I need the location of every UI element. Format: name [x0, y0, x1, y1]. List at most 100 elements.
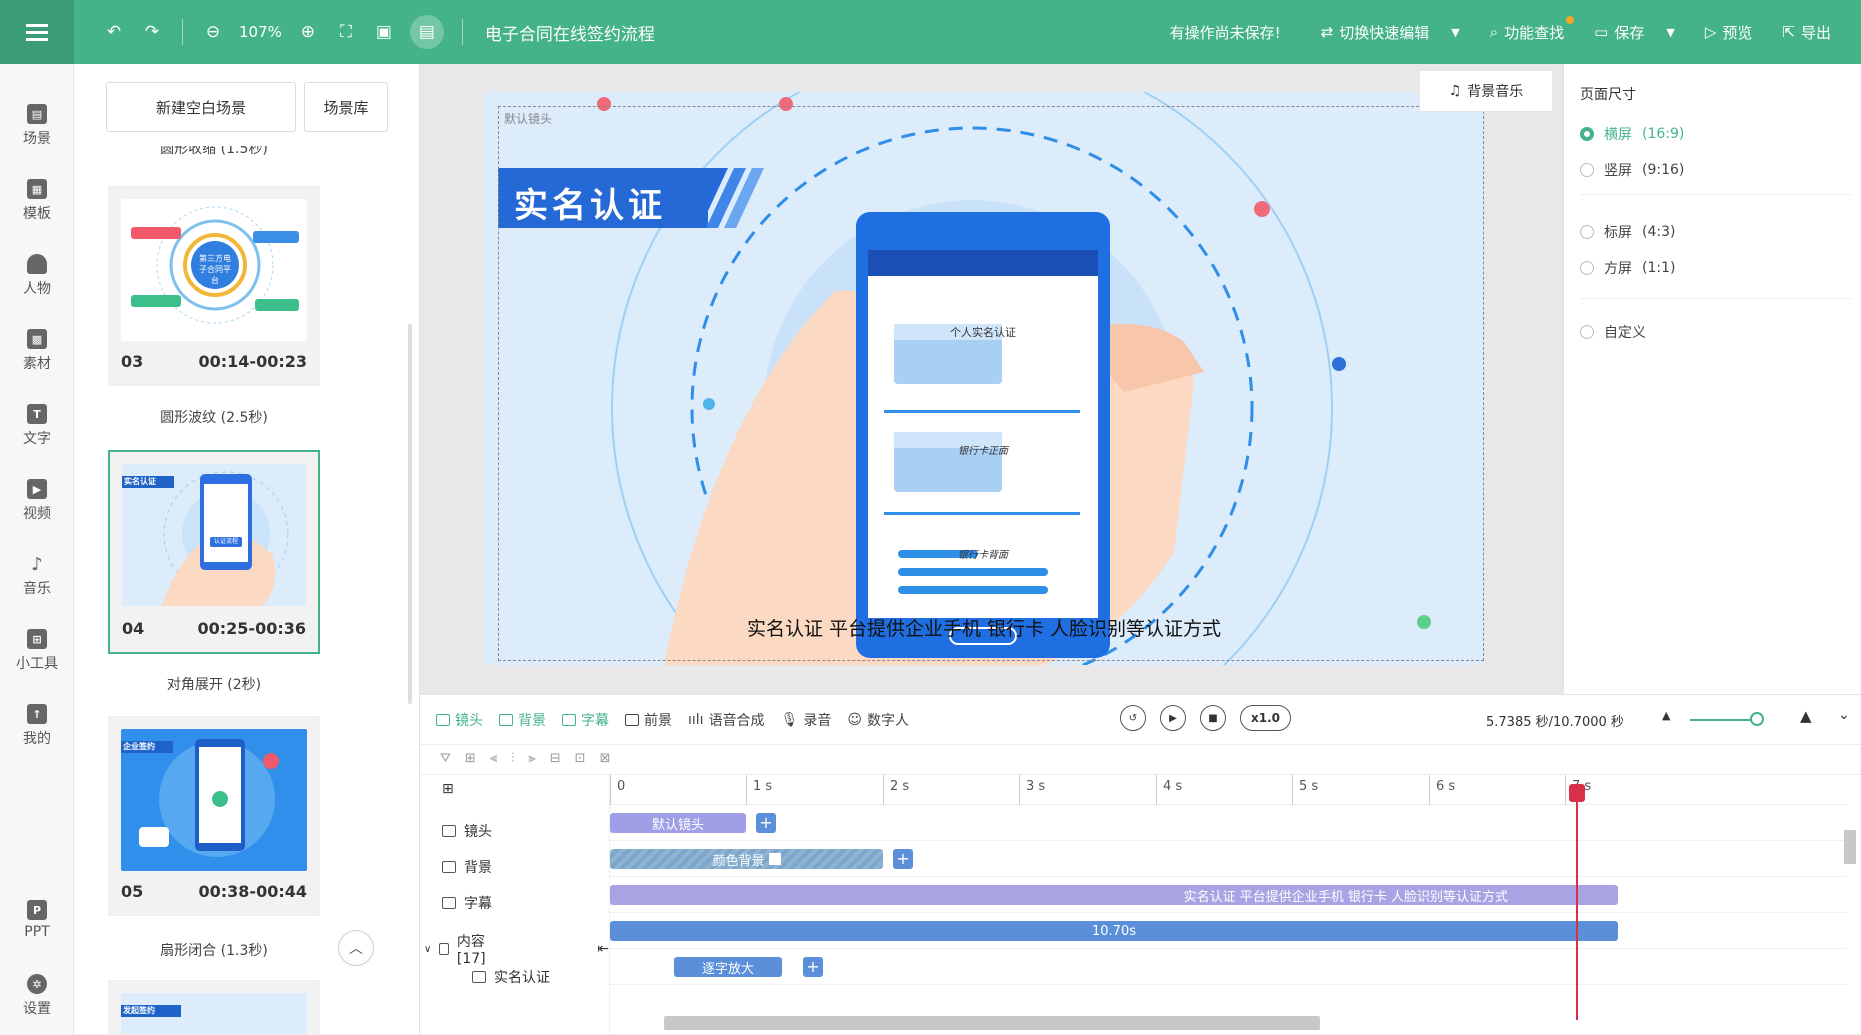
scene-panel-scrollbar[interactable]	[408, 324, 412, 704]
clip-content[interactable]: 10.70s	[610, 921, 1618, 941]
scene-card-04[interactable]: 实名认证 认证流程 04 00:25-00:36	[108, 450, 320, 654]
time-ruler[interactable]: 0 1 s 2 s 3 s 4 s 5 s 6 s 7 s	[610, 775, 1846, 805]
radio-icon	[1580, 225, 1594, 239]
thumbnail-badge: 企业签约	[123, 742, 155, 751]
align-right-icon[interactable]: ⫸	[528, 751, 535, 766]
scene-card-05[interactable]: 企业签约 05 00:38-00:44	[108, 716, 320, 916]
size-option-standard[interactable]: 标屏 (4:3)	[1580, 222, 1675, 242]
preview-button[interactable]: ▷ 预览	[1705, 22, 1753, 43]
tool-subtitle[interactable]: 字幕	[562, 710, 609, 730]
playhead-handle[interactable]	[1569, 784, 1585, 802]
chevron-down-icon[interactable]: ▼	[1451, 26, 1459, 39]
clip-background[interactable]: 颜色背景	[610, 849, 883, 869]
distribute-icon[interactable]: ⊟	[550, 751, 561, 766]
nav-scene[interactable]: ▤ 场景	[0, 104, 74, 148]
zoom-in-mountain-icon[interactable]: ▲	[1800, 707, 1812, 725]
tool-digital-human[interactable]: ☺ 数字人	[847, 710, 909, 730]
transition-label[interactable]: 圆形收缩 (1.5秒)	[108, 146, 320, 160]
ruler-tick: 4 s	[1156, 775, 1182, 805]
nav-template[interactable]: ▦ 模板	[0, 179, 74, 223]
size-option-square[interactable]: 方屏 (1:1)	[1580, 258, 1675, 278]
tool-background[interactable]: 背景	[499, 710, 546, 730]
track-label-camera[interactable]: 镜头	[442, 821, 492, 841]
menu-icon[interactable]	[0, 0, 74, 64]
redo-icon[interactable]: ↷	[140, 20, 164, 44]
actual-size-icon[interactable]: ▣	[372, 20, 396, 44]
scroll-up-icon[interactable]: ︿	[338, 930, 374, 966]
zoom-out-mountain-icon[interactable]: ▲	[1662, 709, 1670, 722]
timeline-zoom-knob[interactable]	[1750, 712, 1764, 726]
transition-label[interactable]: 对角展开 (2秒)	[108, 674, 320, 694]
nav-video[interactable]: ▶ 视频	[0, 479, 74, 523]
nav-label: 音乐	[23, 581, 51, 597]
scene-card-03[interactable]: 第三方电子合同平台 03 00:14-00:23	[108, 186, 320, 386]
background-music-button[interactable]: ♫ 背景音乐	[1419, 70, 1553, 112]
export-button[interactable]: ⇱ 导出	[1782, 22, 1831, 43]
speed-button[interactable]: x1.0	[1240, 705, 1291, 731]
fit-screen-icon[interactable]: ⛶	[334, 20, 358, 44]
nav-ppt[interactable]: P PPT	[0, 900, 74, 940]
feature-search-button[interactable]: ⌕ 功能查找	[1490, 15, 1575, 43]
nav-material[interactable]: ▩ 素材	[0, 329, 74, 373]
camera-frame[interactable]	[498, 106, 1484, 661]
collapse-group-icon[interactable]: ⇤	[597, 941, 609, 957]
tool-foreground[interactable]: 前景	[625, 710, 672, 730]
nav-music[interactable]: ♪ 音乐	[0, 554, 74, 598]
new-blank-scene-button[interactable]: 新建空白场景	[106, 82, 296, 132]
document-title[interactable]: 电子合同在线签约流程	[485, 20, 655, 45]
timeline-vertical-scrollbar[interactable]	[1844, 830, 1856, 864]
group-icon[interactable]: ⊞	[465, 751, 476, 766]
align-center-icon[interactable]: ⫶	[511, 751, 514, 766]
track-label-content[interactable]: ∨ 内容 [17] ⇤	[424, 931, 609, 967]
add-background-button[interactable]: +	[893, 849, 913, 869]
scene-card-06[interactable]: 发起签约	[108, 980, 320, 1034]
transition-label[interactable]: 圆形波纹 (2.5秒)	[108, 407, 320, 427]
stop-icon[interactable]: ■	[1200, 705, 1226, 731]
safe-frame-icon[interactable]: ▤	[409, 15, 444, 49]
add-camera-button[interactable]: +	[756, 813, 776, 833]
undo-icon[interactable]: ↶	[102, 20, 126, 44]
stage[interactable]: 实名认证 个人实名认证 银行卡正面 银行卡背面 实名认证 平台提供企业手机 银行…	[484, 92, 1484, 665]
clip-camera[interactable]: 默认镜头	[610, 813, 746, 833]
color-swatch[interactable]	[768, 853, 781, 865]
nav-settings[interactable]: ✲ 设置	[0, 974, 74, 1018]
tracks-icon[interactable]: ⊞	[442, 781, 454, 797]
timeline-toolbar: 镜头 背景 字幕 前景 ıılı 语音合成 🎙︎ 录音 ☺ 数字人 ↺ ▶ ■ x1.…	[420, 695, 1861, 745]
size-option-ratio: (4:3)	[1642, 224, 1676, 240]
save-button[interactable]: ▭ 保存 ▼	[1594, 22, 1675, 43]
foreground-icon	[625, 713, 639, 726]
play-icon[interactable]: ▶	[1160, 705, 1186, 731]
chevron-down-icon[interactable]: ▼	[1666, 26, 1674, 39]
align-left-icon[interactable]: ⫷	[490, 751, 497, 766]
size-option-portrait[interactable]: 竖屏 (9:16)	[1580, 160, 1684, 180]
nav-toolbox[interactable]: ⊞ 小工具	[0, 629, 74, 673]
track-label-subtitle[interactable]: 字幕	[442, 893, 492, 913]
playhead[interactable]	[1576, 786, 1578, 1020]
add-animation-button[interactable]: +	[803, 957, 823, 977]
nav-person[interactable]: 人物	[0, 254, 74, 298]
track-label-background[interactable]: 背景	[442, 857, 492, 877]
chevron-down-icon[interactable]: ∨	[424, 944, 431, 955]
tool-record[interactable]: 🎙︎ 录音	[781, 710, 832, 730]
arrange-icon[interactable]: ⊡	[575, 751, 586, 766]
clip-animation[interactable]: 逐字放大	[674, 957, 782, 977]
clip-subtitle[interactable]: 实名认证 平台提供企业手机 银行卡 人脸识别等认证方式	[610, 885, 1618, 905]
track-label-item[interactable]: 实名认证	[472, 967, 550, 987]
filter-icon[interactable]: ⛛	[440, 751, 451, 766]
switch-quick-edit-button[interactable]: ⇄ 切换快速编辑 ▼	[1321, 22, 1460, 43]
nav-text[interactable]: T 文字	[0, 404, 74, 448]
nav-mine[interactable]: ↑ 我的	[0, 704, 74, 748]
switch-icon: ⇄	[1320, 23, 1334, 41]
scene-library-button[interactable]: 场景库	[304, 82, 388, 132]
timeline-horizontal-scrollbar[interactable]	[664, 1016, 1320, 1030]
order-icon[interactable]: ⊠	[600, 751, 611, 766]
size-option-custom[interactable]: 自定义	[1580, 322, 1646, 342]
collapse-icon[interactable]: ⌄	[1838, 707, 1850, 723]
transition-label[interactable]: 扇形闭合 (1.3秒)	[108, 940, 320, 960]
tool-tts[interactable]: ıılı 语音合成	[688, 710, 765, 730]
zoom-in-icon[interactable]: ⊕	[296, 20, 320, 44]
replay-icon[interactable]: ↺	[1120, 705, 1146, 731]
zoom-out-icon[interactable]: ⊖	[201, 20, 225, 44]
size-option-landscape[interactable]: 横屏 (16:9)	[1580, 124, 1684, 144]
tool-camera[interactable]: 镜头	[436, 710, 483, 730]
